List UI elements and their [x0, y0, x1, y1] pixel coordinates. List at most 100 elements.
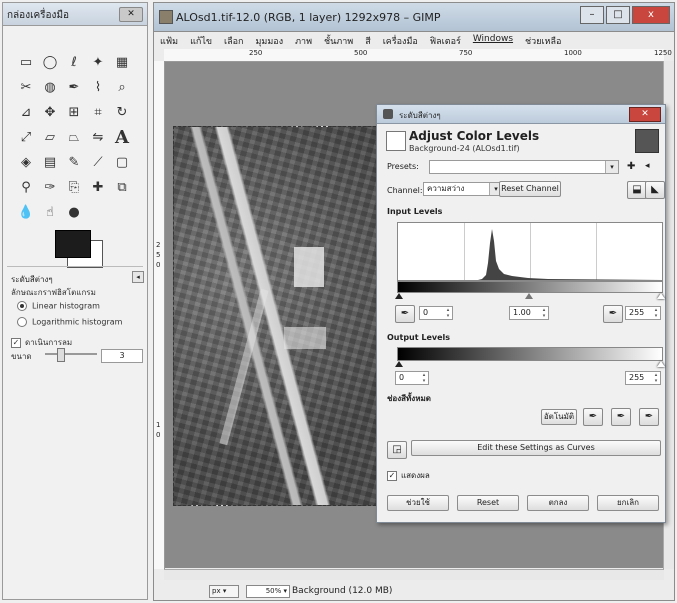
- vertical-ruler[interactable]: 2 5 0 1 0: [154, 61, 165, 569]
- paths-icon[interactable]: ✒: [65, 78, 83, 96]
- perspective-clone-icon[interactable]: ⧉: [113, 178, 131, 196]
- rect-select-icon[interactable]: ▭: [17, 53, 35, 71]
- input-low-spinbox[interactable]: 0: [419, 306, 453, 320]
- menu-file[interactable]: แฟ้ม: [154, 32, 184, 48]
- menu-help[interactable]: ช่วยเหลือ: [519, 32, 567, 48]
- size-spinbox[interactable]: 3: [101, 349, 143, 363]
- log-mode-icon[interactable]: ◣: [645, 181, 665, 199]
- rotate-icon[interactable]: ↻: [113, 103, 131, 121]
- dodge-burn-icon[interactable]: ●: [65, 203, 83, 221]
- help-button[interactable]: ช่วยใช้: [387, 495, 449, 511]
- shear-icon[interactable]: ▱: [41, 128, 59, 146]
- color-swatches[interactable]: [55, 228, 103, 268]
- pencil-icon[interactable]: ✎: [65, 153, 83, 171]
- auto-button[interactable]: อัตโนมัติ: [541, 409, 577, 425]
- close-window-button[interactable]: x: [632, 6, 670, 24]
- presets-combo[interactable]: ▾: [429, 160, 619, 174]
- airbrush-icon[interactable]: ⚲: [17, 178, 35, 196]
- input-high-spinbox[interactable]: 255: [625, 306, 661, 320]
- pick-black-icon[interactable]: ✒: [583, 408, 603, 426]
- paintbrush-icon[interactable]: ⟋: [89, 153, 107, 171]
- menu-edit[interactable]: แก้ไข: [184, 32, 218, 48]
- size-slider-track[interactable]: [45, 353, 97, 355]
- add-preset-icon[interactable]: ✚: [627, 161, 635, 172]
- text-tool-icon[interactable]: A: [113, 127, 131, 148]
- color-picker-icon[interactable]: ⌇: [89, 78, 107, 96]
- close-icon[interactable]: ✕: [119, 7, 143, 22]
- reset-channel-button[interactable]: Reset Channel: [499, 181, 561, 197]
- channel-label: Channel:: [387, 186, 423, 195]
- horizontal-scrollbar[interactable]: [164, 569, 664, 580]
- menu-filters[interactable]: ฟิลเตอร์: [424, 32, 467, 48]
- ink-icon[interactable]: ✑: [41, 178, 59, 196]
- output-high-spinbox[interactable]: 255: [625, 371, 661, 385]
- blur-icon[interactable]: 💧: [17, 203, 35, 221]
- output-low-spinbox[interactable]: 0: [395, 371, 429, 385]
- toolbox-titlebar[interactable]: กล่องเครื่องมือ ✕: [3, 3, 147, 26]
- scale-icon[interactable]: ⤢: [17, 128, 35, 146]
- image-window-titlebar[interactable]: ALOsd1.tif-12.0 (RGB, 1 layer) 1292x978 …: [154, 3, 674, 32]
- black-eyedropper-icon[interactable]: ✒: [395, 305, 415, 323]
- input-gamma-spinbox[interactable]: 1.00: [509, 306, 549, 320]
- maximize-button[interactable]: □: [606, 6, 630, 24]
- foreground-select-icon[interactable]: ◍: [41, 78, 59, 96]
- close-icon[interactable]: ✕: [629, 107, 661, 122]
- perspective-icon[interactable]: ⏢: [65, 128, 83, 146]
- options-menu-icon[interactable]: ◂: [132, 271, 144, 283]
- menu-colors[interactable]: สี: [359, 32, 377, 48]
- unit-select[interactable]: px ▾: [209, 585, 239, 598]
- menu-layer[interactable]: ชั้นภาพ: [318, 32, 359, 48]
- bucket-fill-icon[interactable]: ◈: [17, 153, 35, 171]
- menu-tools[interactable]: เครื่องมือ: [377, 32, 424, 48]
- preset-menu-icon[interactable]: ◂: [645, 161, 650, 171]
- output-black-handle[interactable]: [395, 361, 403, 367]
- preview-label: แสดงผล: [401, 471, 430, 480]
- clone-icon[interactable]: ⎘: [65, 178, 83, 196]
- white-eyedropper-icon[interactable]: ✒: [603, 305, 623, 323]
- menu-select[interactable]: เลือก: [218, 32, 249, 48]
- blend-icon[interactable]: ▤: [41, 153, 59, 171]
- preview-checkbox[interactable]: ✓ แสดงผล: [387, 469, 430, 482]
- ok-button[interactable]: ตกลง: [527, 495, 589, 511]
- minimize-button[interactable]: –: [580, 6, 604, 24]
- linear-mode-icon[interactable]: ⬓: [627, 181, 647, 199]
- black-point-handle[interactable]: [395, 293, 403, 299]
- zoom-icon[interactable]: ⌕: [113, 78, 131, 96]
- menu-windows[interactable]: Windows: [467, 32, 519, 48]
- input-gradient: [397, 281, 663, 293]
- size-slider-handle[interactable]: [57, 348, 65, 362]
- pick-white-icon[interactable]: ✒: [639, 408, 659, 426]
- move-icon[interactable]: ✥: [41, 103, 59, 121]
- free-select-icon[interactable]: ℓ: [65, 53, 83, 71]
- pick-gray-icon[interactable]: ✒: [611, 408, 631, 426]
- zoom-select[interactable]: 50% ▾: [246, 585, 290, 598]
- reset-button[interactable]: Reset: [457, 495, 519, 511]
- crop-icon[interactable]: ⌗: [89, 103, 107, 121]
- scissors-icon[interactable]: ✂: [17, 78, 35, 96]
- flip-icon[interactable]: ⇋: [89, 128, 107, 146]
- horizontal-ruler[interactable]: 250 500 750 1000 1250: [164, 49, 672, 62]
- eraser-icon[interactable]: ▢: [113, 153, 131, 171]
- smudge-icon[interactable]: ☝: [41, 203, 59, 221]
- all-channels-label: ช่องสีทั้งหมด: [387, 394, 431, 403]
- linear-histogram-radio[interactable]: Linear histogram: [17, 301, 100, 311]
- gamma-handle[interactable]: [525, 293, 533, 299]
- align-icon[interactable]: ⊞: [65, 103, 83, 121]
- measure-icon[interactable]: ⊿: [17, 103, 35, 121]
- log-histogram-radio[interactable]: Logarithmic histogram: [17, 317, 122, 327]
- menu-image[interactable]: ภาพ: [289, 32, 318, 48]
- edit-as-curves-button[interactable]: Edit these Settings as Curves: [411, 440, 661, 456]
- menu-view[interactable]: มุมมอง: [250, 32, 290, 48]
- heal-icon[interactable]: ✚: [89, 178, 107, 196]
- white-point-handle[interactable]: [657, 293, 665, 299]
- ellipse-select-icon[interactable]: ◯: [41, 53, 59, 71]
- output-white-handle[interactable]: [657, 361, 665, 367]
- satellite-image[interactable]: [173, 126, 381, 506]
- levels-titlebar[interactable]: ระดับสีต่างๆ ✕: [377, 105, 665, 124]
- fuzzy-select-icon[interactable]: ✦: [89, 53, 107, 71]
- foreground-color[interactable]: [55, 230, 91, 258]
- cancel-button[interactable]: ยกเลิก: [597, 495, 659, 511]
- select-by-color-icon[interactable]: ▦: [113, 53, 131, 71]
- histogram[interactable]: [397, 222, 663, 281]
- channel-combo[interactable]: ความสว่าง ▾: [423, 182, 503, 196]
